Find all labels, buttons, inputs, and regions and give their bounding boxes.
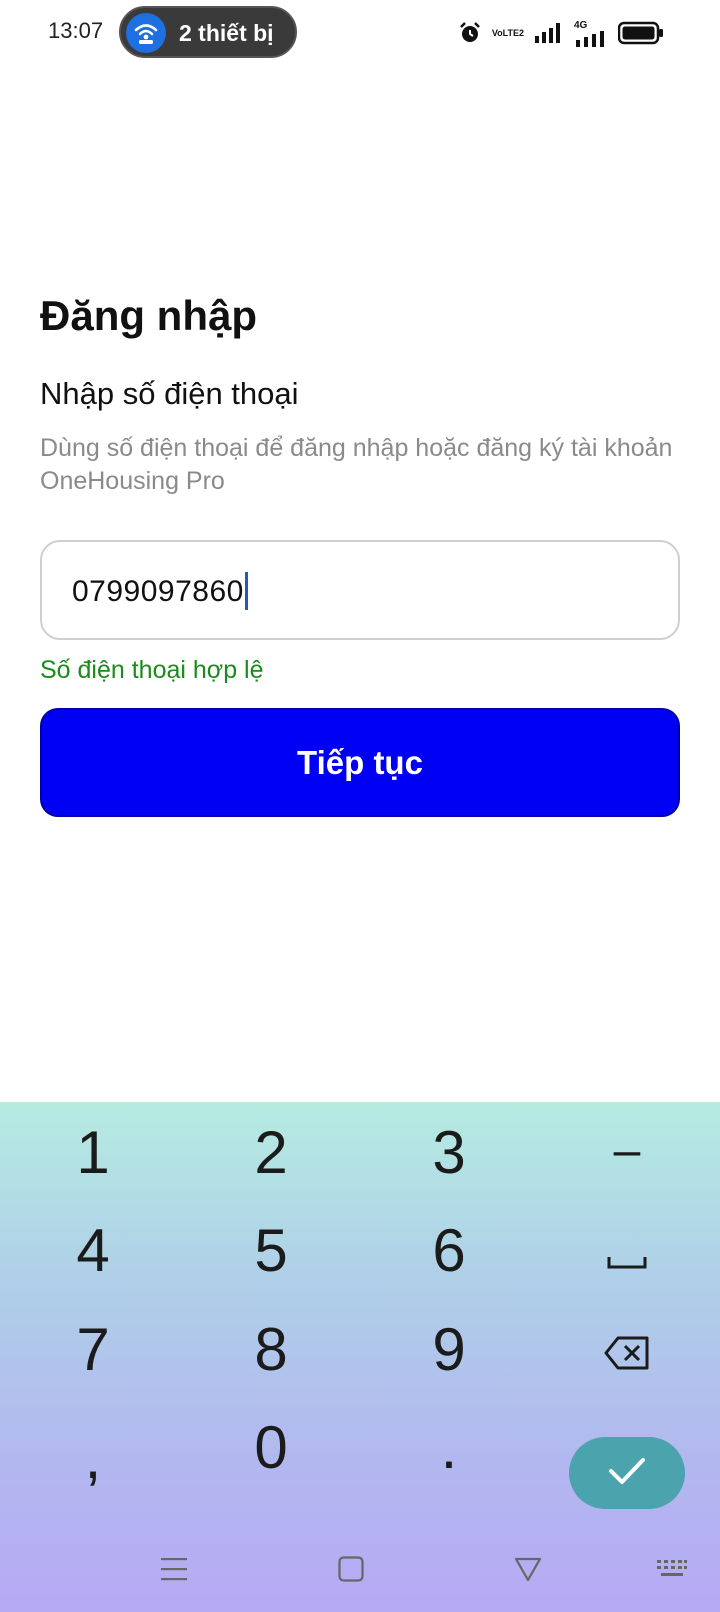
key-3[interactable]: 3 [379, 1107, 519, 1197]
phone-section-title: Nhập số điện thoại [40, 376, 299, 411]
hotspot-indicator[interactable]: 2 thiết bị [119, 6, 297, 58]
key-dot[interactable]: . [379, 1402, 519, 1492]
menu-button[interactable] [152, 1549, 196, 1593]
numeric-keyboard: 1 2 3 – 4 5 6 7 8 9 , 0 . [0, 1102, 720, 1612]
key-8[interactable]: 8 [201, 1304, 341, 1394]
page-title: Đăng nhập [40, 292, 257, 339]
signal-icon [534, 22, 564, 44]
backspace-icon [604, 1315, 650, 1384]
status-bar: 13:07 2 thiết bị Vo LTE2 4G [0, 0, 720, 64]
keyboard-switch-button[interactable] [650, 1549, 694, 1593]
key-5[interactable]: 5 [201, 1205, 341, 1295]
4g-signal-icon: 4G [574, 20, 608, 47]
check-icon [607, 1456, 647, 1491]
key-9[interactable]: 9 [379, 1304, 519, 1394]
key-7[interactable]: 7 [23, 1304, 163, 1394]
phone-input-value: 0799097860 [72, 572, 248, 612]
hotspot-icon [126, 13, 166, 53]
key-comma[interactable]: , [23, 1412, 163, 1502]
phone-input[interactable]: 0799097860 [40, 540, 680, 640]
confirm-key[interactable] [569, 1437, 685, 1509]
home-button[interactable] [329, 1549, 373, 1593]
volte-icon: Vo LTE2 [491, 27, 524, 38]
validation-message: Số điện thoại hợp lệ [40, 656, 264, 684]
key-2[interactable]: 2 [201, 1107, 341, 1197]
back-button[interactable] [506, 1549, 550, 1593]
battery-icon [618, 21, 664, 45]
status-time: 13:07 [48, 18, 104, 43]
hotspot-label: 2 thiết bị [179, 20, 274, 46]
backspace-key[interactable] [557, 1304, 697, 1394]
key-0[interactable]: 0 [201, 1402, 341, 1492]
key-1[interactable]: 1 [23, 1107, 163, 1197]
continue-button[interactable]: Tiếp tục [40, 708, 680, 817]
phone-description: Dùng số điện thoại để đăng nhập hoặc đăn… [40, 434, 673, 495]
alarm-icon [458, 21, 482, 45]
space-key[interactable] [557, 1205, 697, 1295]
back-icon [514, 1556, 542, 1587]
text-caret [244, 572, 248, 610]
home-icon [338, 1555, 364, 1587]
keyboard-icon [656, 1558, 688, 1585]
key-dash[interactable]: – [557, 1105, 697, 1195]
space-icon [607, 1216, 647, 1285]
navigation-bar [0, 1529, 720, 1612]
key-6[interactable]: 6 [379, 1205, 519, 1295]
key-4[interactable]: 4 [23, 1205, 163, 1295]
menu-icon [160, 1556, 188, 1587]
